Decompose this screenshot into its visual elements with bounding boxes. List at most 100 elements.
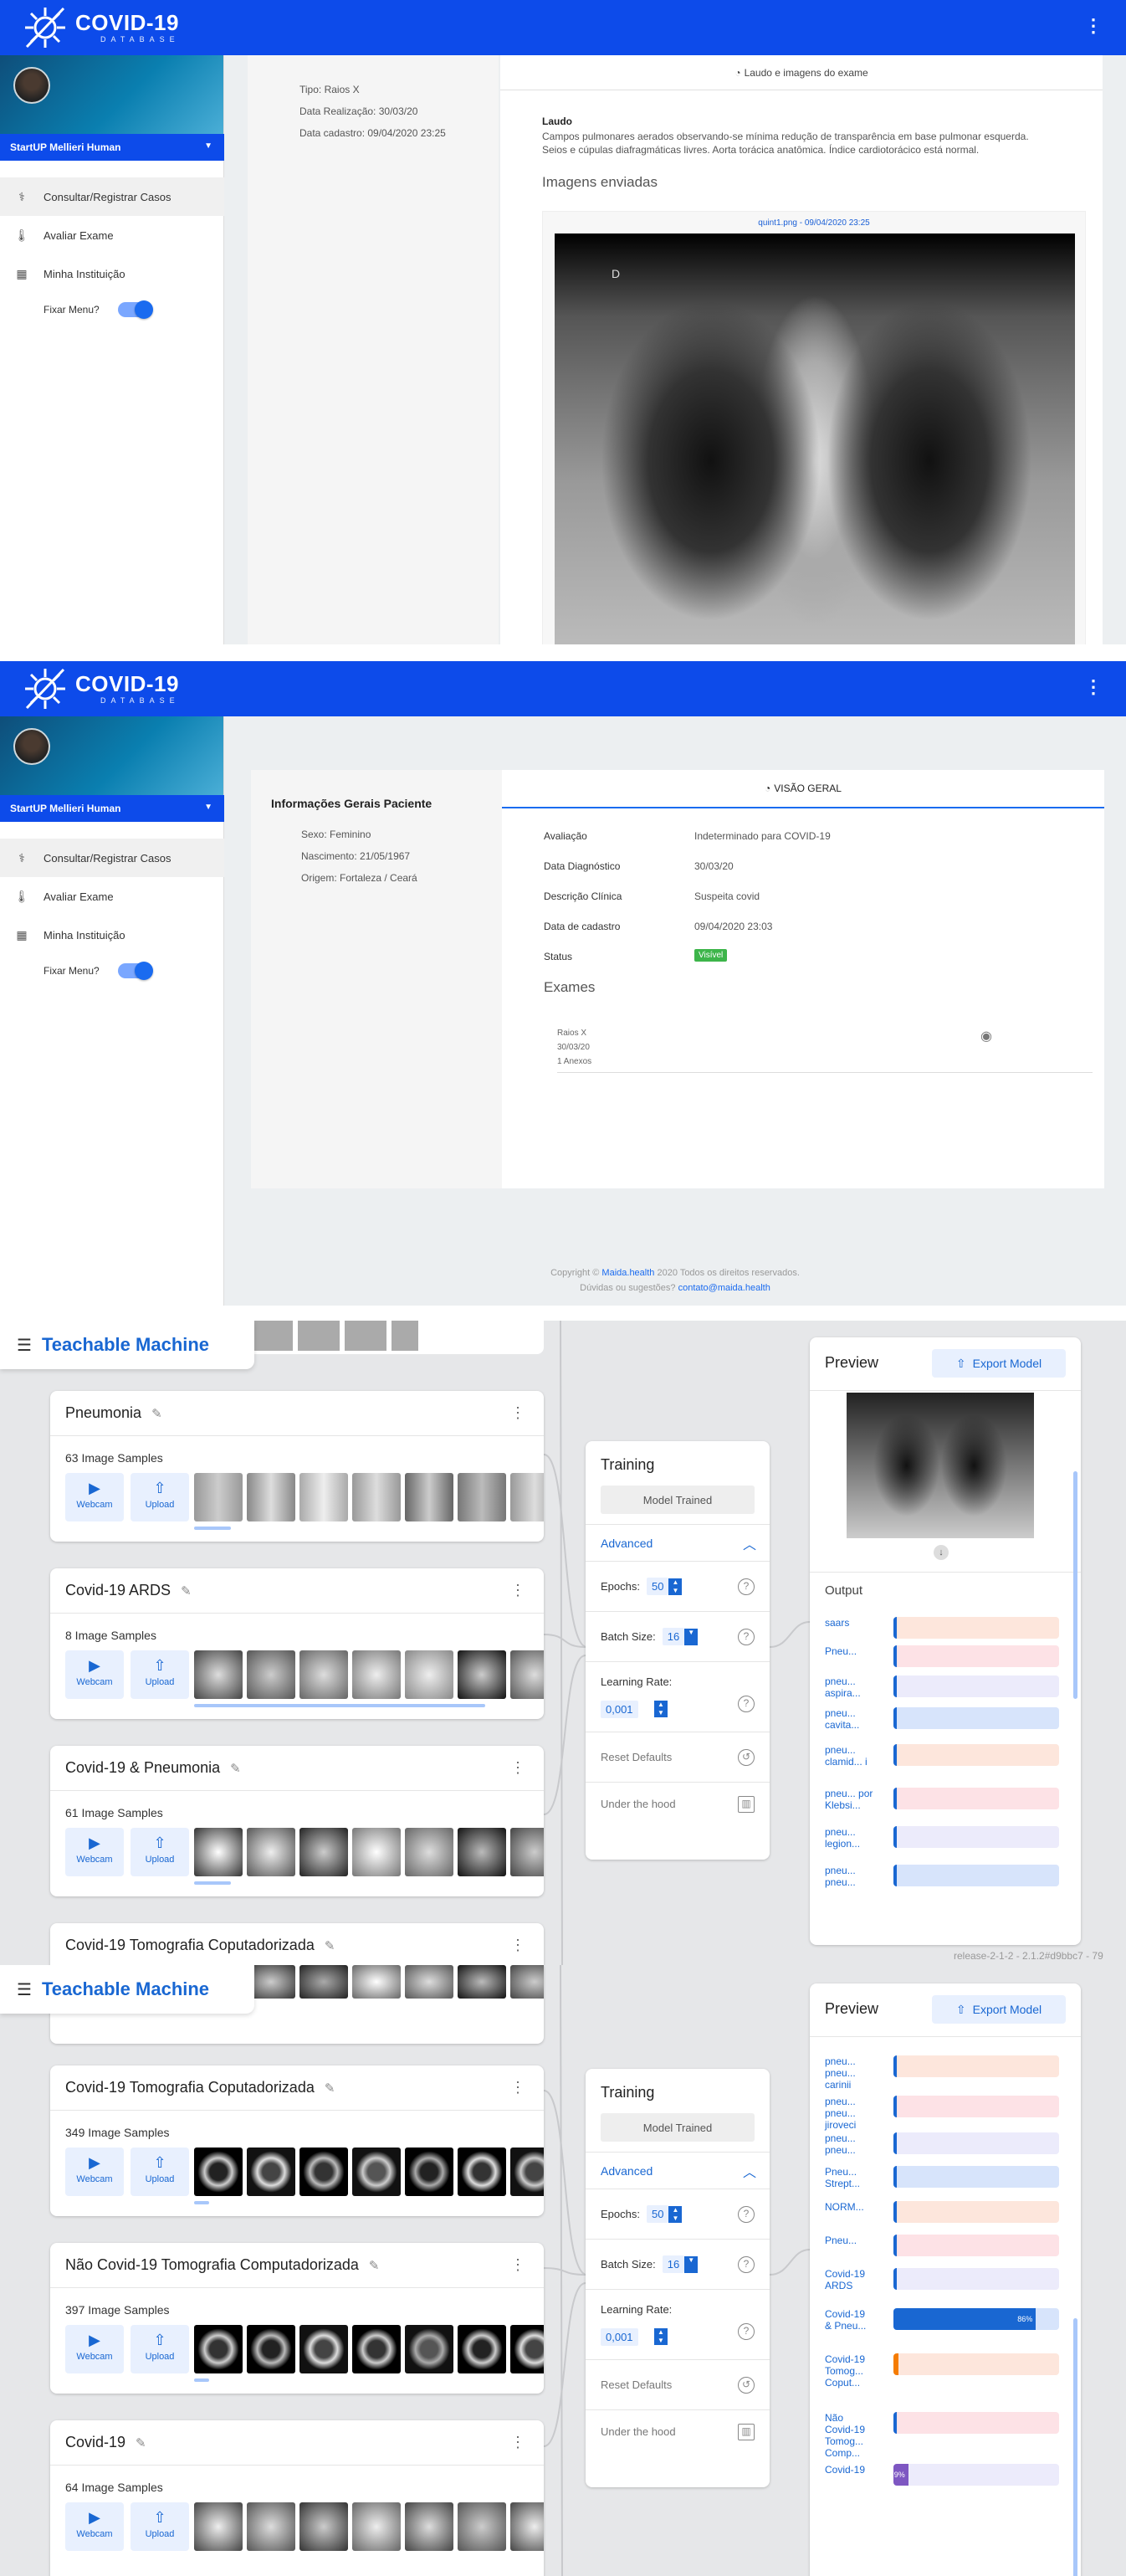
advanced-toggle[interactable]: Advanced ︿ — [586, 2152, 770, 2189]
sidebar-item-avaliar[interactable]: 🌡 Avaliar Exame — [0, 216, 224, 254]
sample-thumbnail[interactable] — [194, 1828, 243, 1876]
pencil-icon[interactable]: ✎ — [325, 2081, 335, 2096]
help-icon[interactable]: ? — [738, 1628, 755, 1645]
under-the-hood-button[interactable]: Under the hood ▥ — [586, 1782, 770, 1825]
exam-list-item[interactable]: Raios X 30/03/20 1 Anexos ◉ — [557, 1026, 1093, 1073]
sample-thumbnail[interactable] — [458, 1965, 506, 1999]
thumb-scrollbar[interactable] — [194, 1881, 231, 1885]
webcam-button[interactable]: ▶ Webcam — [65, 1650, 124, 1699]
sample-thumbnail[interactable] — [405, 2148, 453, 2196]
fixar-menu-toggle[interactable] — [117, 300, 153, 319]
thumb-scrollbar[interactable] — [194, 1704, 485, 1707]
webcam-button[interactable]: ▶ Webcam — [65, 1828, 124, 1876]
preview-scrollbar[interactable] — [1073, 1471, 1077, 1699]
sample-thumbnails[interactable] — [194, 1828, 544, 1876]
sample-thumbnail[interactable] — [405, 2325, 453, 2373]
upload-button[interactable]: ⇧ Upload — [131, 2325, 189, 2373]
tab-visao-geral[interactable]: ◔ VISÃO GERAL — [502, 770, 1104, 808]
webcam-button[interactable]: ▶ Webcam — [65, 2502, 124, 2551]
sample-thumbnails[interactable] — [194, 1650, 544, 1699]
class-name[interactable]: Não Covid-19 Tomografia Computadorizada ✎ — [50, 2243, 544, 2288]
upload-button[interactable]: ⇧ Upload — [131, 1650, 189, 1699]
thumb-scrollbar[interactable] — [194, 1527, 231, 1530]
sample-thumbnail[interactable] — [405, 1828, 453, 1876]
more-vert-icon[interactable]: ⋮ — [510, 1937, 525, 1954]
pencil-icon[interactable]: ✎ — [369, 2258, 380, 2273]
sample-thumbnail[interactable] — [194, 1650, 243, 1699]
sample-thumbnail[interactable] — [194, 2148, 243, 2196]
image-caption[interactable]: quint1.png - 09/04/2020 23:25 — [543, 212, 1085, 228]
class-name[interactable]: Covid-19 & Pneumonia ✎ — [50, 1746, 544, 1791]
epochs-input[interactable]: 50 — [646, 1578, 669, 1595]
reset-defaults-button[interactable]: Reset Defaults ↺ — [586, 2359, 770, 2409]
sample-thumbnail[interactable] — [352, 2325, 401, 2373]
help-icon[interactable]: ? — [738, 2255, 755, 2273]
fixar-menu-toggle[interactable] — [117, 962, 153, 980]
train-model-button[interactable]: Model Trained — [601, 1486, 755, 1514]
learning-rate-input[interactable]: 0,001 — [601, 2328, 638, 2346]
more-vert-icon[interactable]: ⋮ — [510, 2256, 525, 2274]
sample-thumbnail[interactable] — [405, 1650, 453, 1699]
sample-thumbnail[interactable] — [510, 1828, 544, 1876]
sample-thumbnail[interactable] — [194, 2325, 243, 2373]
avatar[interactable] — [13, 728, 50, 765]
sample-thumbnail[interactable] — [458, 1828, 506, 1876]
learning-rate-input[interactable]: 0,001 — [601, 1701, 638, 1718]
train-model-button[interactable]: Model Trained — [601, 2113, 755, 2142]
sample-thumbnails[interactable] — [194, 1473, 544, 1521]
sample-thumbnail[interactable] — [458, 1650, 506, 1699]
sample-thumbnail[interactable] — [405, 1965, 453, 1999]
upload-button[interactable]: ⇧ Upload — [131, 2148, 189, 2196]
sample-thumbnail[interactable] — [352, 1473, 401, 1521]
sample-thumbnail[interactable] — [405, 1473, 453, 1521]
sample-thumbnail[interactable] — [352, 2502, 401, 2551]
epochs-input[interactable]: 50 — [646, 2205, 669, 2223]
sample-thumbnail[interactable] — [299, 1828, 348, 1876]
org-selector[interactable]: StartUP Mellieri Human ▼ — [0, 795, 224, 822]
upload-button[interactable]: ⇧ Upload — [131, 1828, 189, 1876]
sample-thumbnail[interactable] — [352, 2148, 401, 2196]
sidebar-item-avaliar[interactable]: 🌡 Avaliar Exame — [0, 877, 224, 916]
sample-thumbnail[interactable] — [247, 2148, 295, 2196]
sample-thumbnail[interactable] — [510, 2148, 544, 2196]
sample-thumbnail[interactable] — [247, 1828, 295, 1876]
sample-thumbnail[interactable] — [458, 2148, 506, 2196]
upload-button[interactable]: ⇧ Upload — [131, 2502, 189, 2551]
menu-icon[interactable]: ☰ — [17, 1335, 32, 1356]
sample-thumbnail[interactable] — [510, 2325, 544, 2373]
class-name[interactable]: Covid-19 Tomografia Coputadorizada ✎ — [50, 1923, 544, 1965]
sample-thumbnail[interactable] — [247, 1473, 295, 1521]
more-vert-icon[interactable]: ⋮ — [510, 2079, 525, 2096]
more-vert-icon[interactable]: ⋮ — [1084, 678, 1103, 696]
sample-thumbnail[interactable] — [352, 1965, 401, 1999]
sample-thumbnails[interactable] — [194, 2325, 544, 2373]
sample-thumbnail[interactable] — [352, 1828, 401, 1876]
sample-thumbnail[interactable] — [510, 1965, 544, 1999]
xray-image[interactable]: D — [555, 233, 1075, 644]
sidebar-item-consultar[interactable]: ⚕ Consultar/Registrar Casos — [0, 177, 224, 216]
help-icon[interactable]: ? — [738, 1696, 755, 1712]
sample-thumbnail[interactable] — [247, 2502, 295, 2551]
sample-thumbnail[interactable] — [299, 1965, 348, 1999]
org-selector[interactable]: StartUP Mellieri Human ▼ — [0, 134, 224, 161]
class-name[interactable]: Covid-19 ✎ — [50, 2420, 544, 2466]
more-vert-icon[interactable]: ⋮ — [1084, 17, 1103, 35]
sample-thumbnail[interactable] — [299, 1473, 348, 1521]
sample-thumbnails[interactable] — [194, 2502, 544, 2551]
class-name[interactable]: Covid-19 Tomografia Coputadorizada ✎ — [50, 2065, 544, 2111]
more-vert-icon[interactable]: ⋮ — [510, 1582, 525, 1599]
sidebar-item-consultar[interactable]: ⚕ Consultar/Registrar Casos — [0, 839, 224, 877]
sample-thumbnail[interactable] — [510, 1473, 544, 1521]
upload-button[interactable]: ⇧ Upload — [131, 1473, 189, 1521]
sample-thumbnail[interactable] — [510, 1650, 544, 1699]
more-vert-icon[interactable]: ⋮ — [510, 2434, 525, 2451]
preview-scrollbar[interactable] — [1073, 2318, 1077, 2576]
webcam-button[interactable]: ▶ Webcam — [65, 2325, 124, 2373]
more-vert-icon[interactable]: ⋮ — [510, 1404, 525, 1422]
sample-thumbnail[interactable] — [458, 2502, 506, 2551]
class-name[interactable]: Pneumonia ✎ — [50, 1391, 544, 1436]
eye-icon[interactable]: ◉ — [980, 1028, 992, 1044]
dropdown-icon[interactable]: ▼ — [684, 1628, 699, 1645]
help-icon[interactable]: ? — [738, 2323, 755, 2340]
thumb-scrollbar[interactable] — [194, 2201, 209, 2204]
